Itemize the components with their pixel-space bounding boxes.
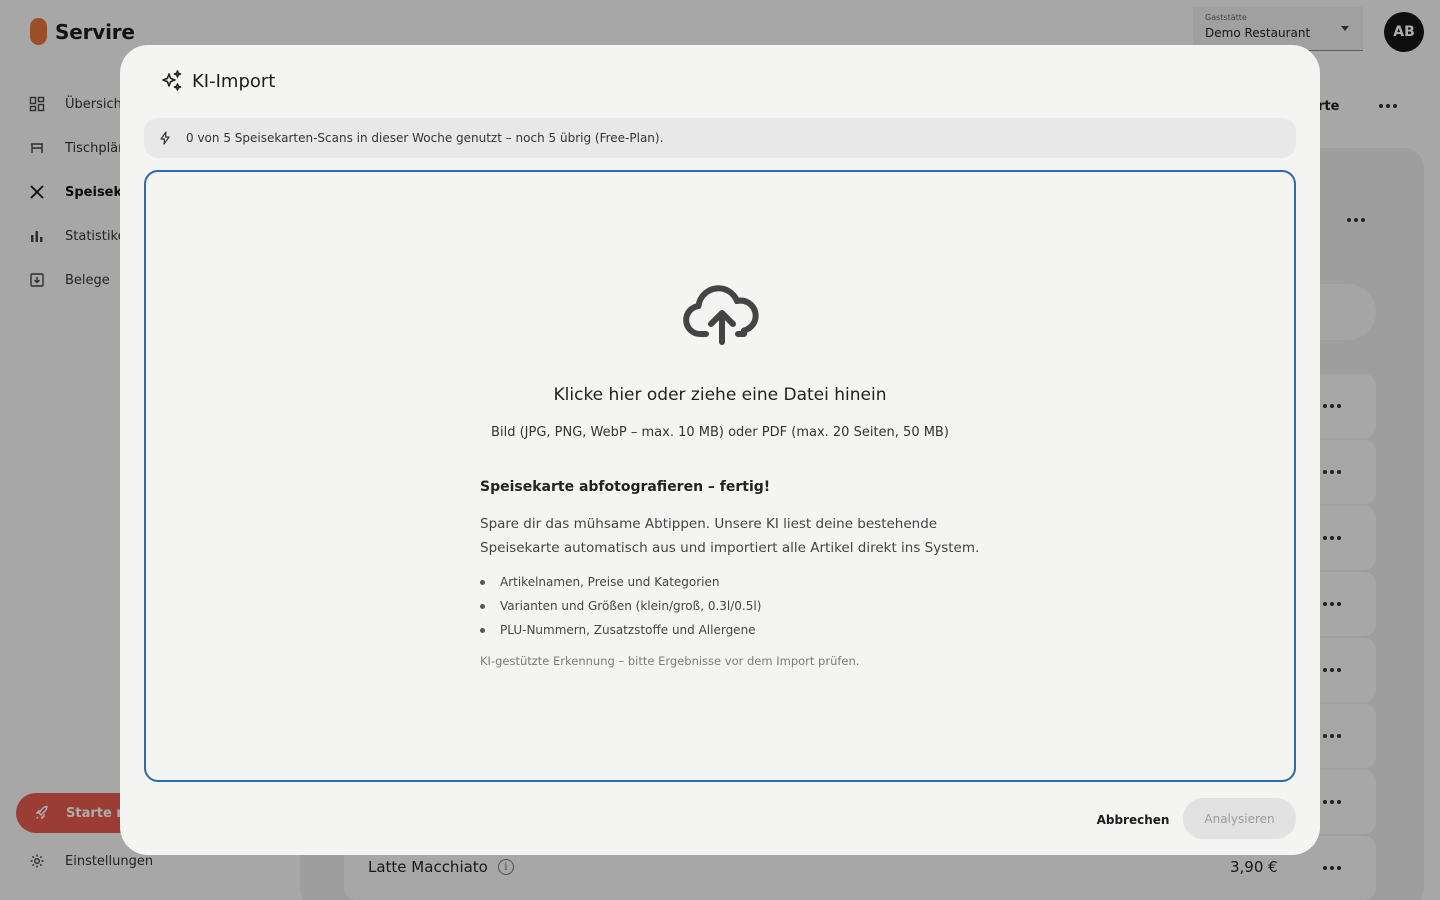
list-item: Varianten und Größen (klein/groß, 0.3l/0…: [480, 594, 980, 618]
dropzone-title: Klicke hier oder ziehe eine Datei hinein: [553, 385, 887, 405]
cloud-upload-icon: [683, 285, 759, 345]
list-item: Artikelnamen, Preise und Kategorien: [480, 570, 980, 594]
quota-info-bar: 0 von 5 Speisekarten-Scans in dieser Woc…: [144, 118, 1296, 158]
info-title: Speisekarte abfotografieren – fertig!: [480, 479, 771, 495]
feature-list: Artikelnamen, Preise und Kategorien Vari…: [480, 570, 980, 642]
ki-import-dialog: KI-Import 0 von 5 Speisekarten-Scans in …: [120, 45, 1320, 855]
dialog-header: KI-Import: [160, 69, 275, 93]
ai-disclaimer: KI-gestützte Erkennung – bitte Ergebniss…: [480, 654, 860, 668]
lightning-icon: [160, 131, 170, 145]
analyze-button[interactable]: Analysieren: [1183, 798, 1296, 839]
list-item: PLU-Nummern, Zusatzstoffe und Allergene: [480, 618, 980, 642]
dropzone-formats: Bild (JPG, PNG, WebP – max. 10 MB) oder …: [491, 425, 949, 440]
dropzone-info: Speisekarte abfotografieren – fertig! Sp…: [480, 479, 980, 668]
quota-text: 0 von 5 Speisekarten-Scans in dieser Woc…: [186, 131, 664, 145]
info-text: Spare dir das mühsame Abtippen. Unsere K…: [480, 516, 980, 556]
file-dropzone[interactable]: Klicke hier oder ziehe eine Datei hinein…: [144, 170, 1296, 782]
cancel-button[interactable]: Abbrechen: [1088, 807, 1178, 833]
sparkles-icon: [162, 70, 182, 91]
dialog-title: KI-Import: [192, 70, 276, 92]
